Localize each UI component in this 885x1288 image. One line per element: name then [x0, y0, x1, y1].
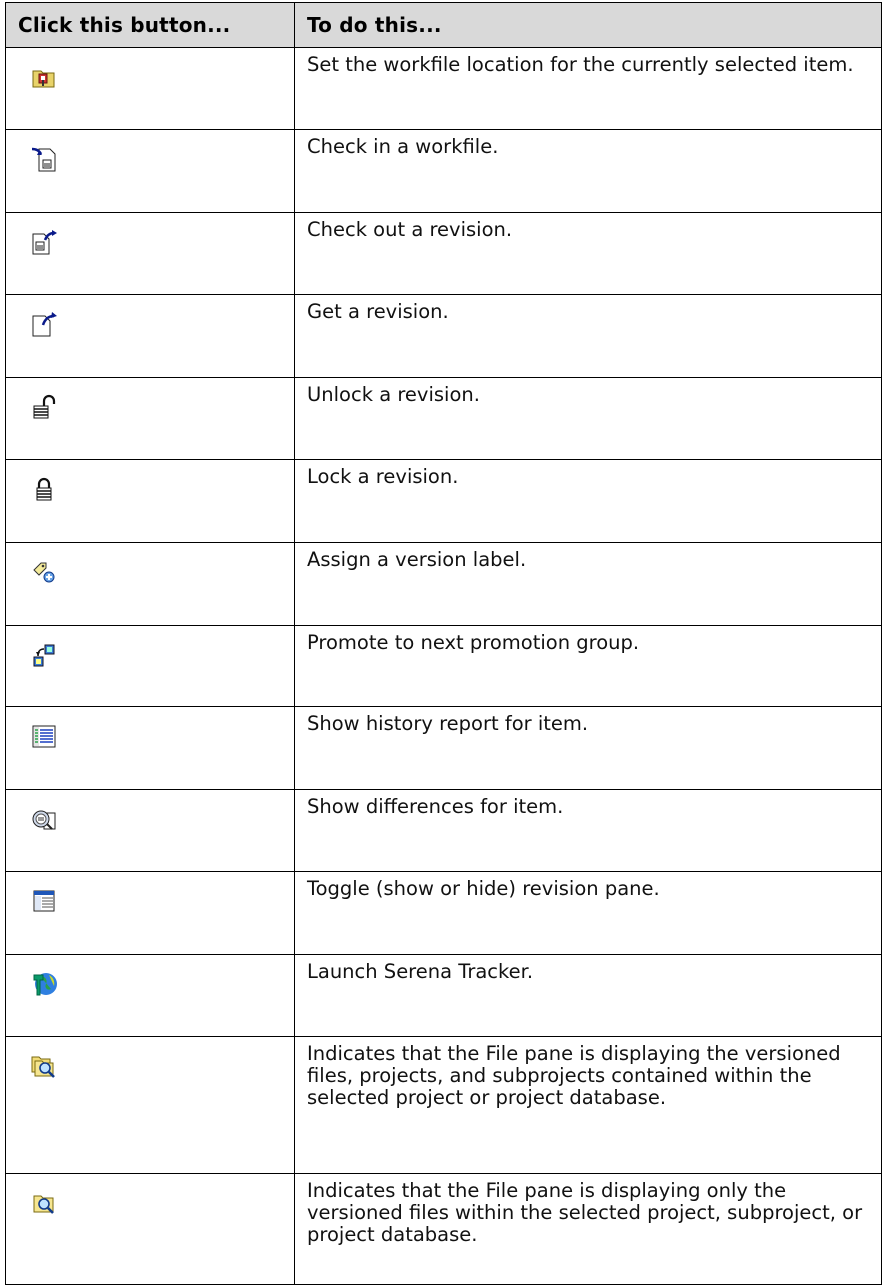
- row-description: Launch Serena Tracker.: [294, 954, 882, 1038]
- get-revision-icon[interactable]: [30, 310, 58, 338]
- check-out-icon[interactable]: [30, 228, 58, 256]
- table-row: Get a revision.: [5, 293, 882, 378]
- revision-pane-icon[interactable]: [30, 887, 58, 915]
- show-files-only-icon[interactable]: [30, 1189, 58, 1217]
- row-description: Show history report for item.: [294, 706, 882, 791]
- serena-tracker-icon[interactable]: [30, 970, 58, 998]
- table-row: Check out a revision.: [5, 211, 882, 295]
- table-row: Lock a revision.: [5, 458, 882, 543]
- column-header-button: Click this button...: [5, 2, 295, 48]
- row-description: Toggle (show or hide) revision pane.: [294, 871, 882, 956]
- row-description: Check in a workfile.: [294, 128, 882, 213]
- table-header-row: Click this button... To do this...: [5, 2, 882, 48]
- table-row: Assign a version label.: [5, 541, 882, 626]
- table-row: Set the workfile location for the curren…: [5, 47, 882, 130]
- table-row: Promote to next promotion group.: [5, 624, 882, 708]
- column-header-action: To do this...: [294, 2, 882, 48]
- table-row: Toggle (show or hide) revision pane.: [5, 871, 882, 956]
- differences-icon[interactable]: [30, 805, 58, 833]
- table-row: Launch Serena Tracker.: [5, 954, 882, 1038]
- table-row: Show differences for item.: [5, 789, 882, 873]
- row-description: Indicates that the File pane is displayi…: [294, 1172, 882, 1286]
- table-row: Check in a workfile.: [5, 128, 882, 213]
- row-description: Promote to next promotion group.: [294, 624, 882, 708]
- row-description: Check out a revision.: [294, 211, 882, 295]
- unlock-icon[interactable]: [30, 393, 58, 421]
- workfile-location-icon[interactable]: [30, 63, 58, 91]
- show-all-files-icon[interactable]: [30, 1052, 58, 1080]
- row-description: Indicates that the File pane is displayi…: [294, 1036, 882, 1174]
- table-row: Indicates that the File pane is displayi…: [5, 1036, 882, 1174]
- table-row: Unlock a revision.: [5, 376, 882, 460]
- table-row: Show history report for item.: [5, 706, 882, 791]
- table-row: Indicates that the File pane is displayi…: [5, 1172, 882, 1286]
- history-report-icon[interactable]: [30, 722, 58, 750]
- row-description: Get a revision.: [294, 293, 882, 378]
- lock-icon[interactable]: [30, 475, 58, 503]
- row-description: Lock a revision.: [294, 458, 882, 543]
- row-description: Assign a version label.: [294, 541, 882, 626]
- check-in-icon[interactable]: [30, 145, 58, 173]
- button-reference-table: Click this button... To do this... Set t…: [5, 2, 882, 1286]
- promote-icon[interactable]: [30, 641, 58, 669]
- row-description: Unlock a revision.: [294, 376, 882, 460]
- row-description: Show differences for item.: [294, 789, 882, 873]
- row-description: Set the workfile location for the curren…: [294, 47, 882, 130]
- version-label-icon[interactable]: [30, 558, 58, 586]
